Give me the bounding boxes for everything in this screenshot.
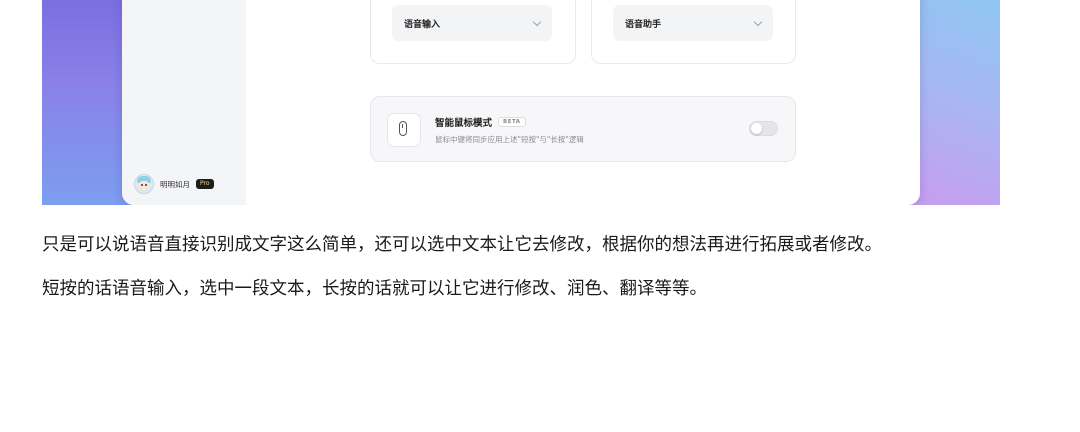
smart-mouse-mode-title-text: 智能鼠标模式 — [435, 118, 493, 129]
toggle-knob — [751, 123, 762, 134]
article-paragraph-2: 短按的话语音输入，选中一段文本，长按的话就可以让它进行修改、润色、翻译等等。 — [42, 279, 707, 299]
app-window: 明明如月 Pro 语音输入 语音助手 智能鼠标模式 BETA 鼠标中键将同步应用… — [122, 0, 920, 205]
voice-assistant-select-value: 语音助手 — [625, 19, 662, 30]
voice-input-card: 语音输入 — [370, 0, 576, 64]
user-name: 明明如月 — [160, 179, 190, 189]
smart-mouse-mode-title: 智能鼠标模式 BETA — [435, 115, 526, 129]
article-paragraph-1: 只是可以说语音直接识别成文字这么简单，还可以选中文本让它去修改，根据你的想法再进… — [42, 235, 882, 255]
voice-input-select-value: 语音输入 — [404, 19, 441, 30]
mouse-icon-box — [387, 113, 421, 147]
user-profile[interactable]: 明明如月 Pro — [134, 173, 214, 195]
app-screenshot: 明明如月 Pro 语音输入 语音助手 智能鼠标模式 BETA 鼠标中键将同步应用… — [42, 0, 1000, 205]
voice-assistant-card: 语音助手 — [591, 0, 796, 64]
smart-mouse-mode-card: 智能鼠标模式 BETA 鼠标中键将同步应用上述"短按"与"长按"逻辑 — [370, 96, 796, 162]
voice-assistant-select[interactable]: 语音助手 — [613, 5, 773, 41]
wallpaper-right — [910, 0, 1000, 205]
mouse-icon — [399, 121, 407, 136]
pro-badge: Pro — [196, 179, 214, 189]
voice-input-select[interactable]: 语音输入 — [392, 5, 552, 41]
beta-badge: BETA — [498, 117, 526, 127]
avatar — [134, 174, 154, 194]
smart-mouse-mode-description: 鼠标中键将同步应用上述"短按"与"长按"逻辑 — [435, 135, 584, 144]
sidebar: 明明如月 Pro — [122, 0, 246, 205]
chevron-down-icon — [753, 17, 763, 26]
chevron-down-icon — [532, 17, 542, 26]
smart-mouse-mode-toggle[interactable] — [749, 121, 778, 136]
